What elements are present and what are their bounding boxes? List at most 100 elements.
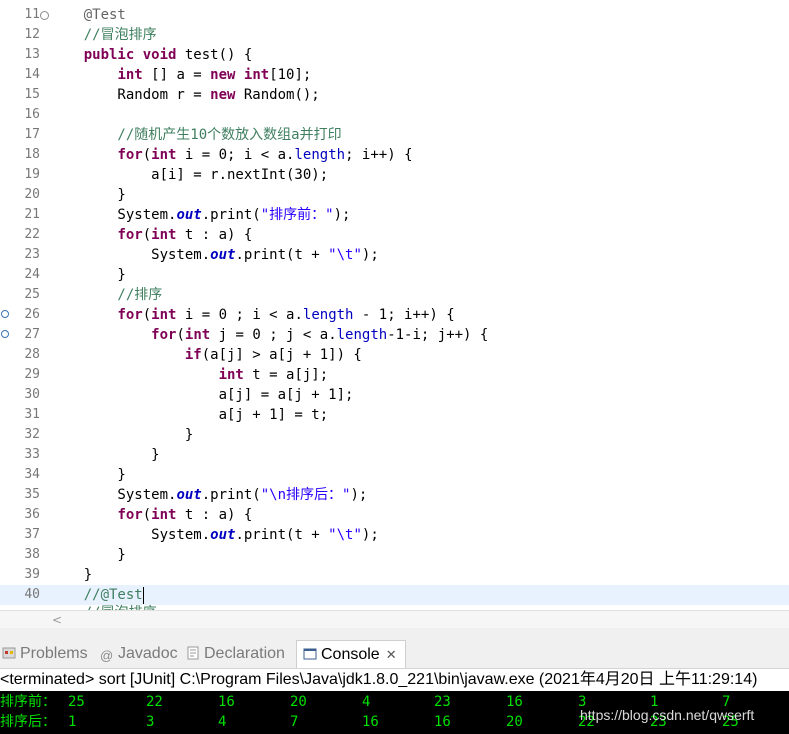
code-line[interactable]: 34 } <box>0 465 789 485</box>
code-line[interactable]: 29 int t = a[j]; <box>0 365 789 385</box>
code-line[interactable]: 39 } <box>0 565 789 585</box>
code-line[interactable]: 30 a[j] = a[j + 1]; <box>0 385 789 405</box>
code-text: } <box>50 465 125 485</box>
code-text: for(int i = 0; i < a.length; i++) { <box>50 145 412 165</box>
fold-toggle-icon[interactable] <box>40 11 49 20</box>
line-number: 26 <box>24 307 40 322</box>
tab-javadoc[interactable]: @ Javadoc <box>100 640 178 667</box>
code-line[interactable]: 24 } <box>0 265 789 285</box>
code-token: i = 0; i < a. <box>176 147 295 163</box>
line-number: 27 <box>24 327 40 342</box>
code-line[interactable]: 26 for(int i = 0 ; i < a.length - 1; i++… <box>0 305 789 325</box>
code-token: } <box>50 267 126 283</box>
code-editor[interactable]: 11 @Test 12 //冒泡排序 13 public void test() {… <box>0 0 789 610</box>
code-line[interactable]: 12 //冒泡排序 <box>0 25 789 45</box>
line-number: 34 <box>24 467 40 482</box>
tab-console[interactable]: Console ✕ <box>296 640 406 668</box>
breakpoint-marker-icon[interactable] <box>1 330 9 338</box>
console-value: 4 <box>362 694 371 710</box>
code-token: void <box>142 47 177 63</box>
problems-icon <box>2 647 16 659</box>
console-value: 7 <box>290 714 299 730</box>
code-text: for(int j = 0 ; j < a.length-1-i; j++) { <box>50 325 488 345</box>
line-number: 40 <box>24 587 40 602</box>
code-text: a[i] = r.nextInt(30); <box>50 165 328 185</box>
code-token: out <box>176 207 202 223</box>
tab-declaration[interactable]: Declaration <box>186 640 285 667</box>
code-token: int <box>151 227 177 243</box>
code-line[interactable]: 15 Random r = new Random(); <box>0 85 789 105</box>
partially-visible-line: //冒泡排序 <box>50 602 157 610</box>
code-line[interactable]: 16 <box>0 105 789 125</box>
code-token: "排序前：" <box>260 207 334 223</box>
console-value: 16 <box>218 694 235 710</box>
code-line[interactable]: 11 @Test <box>0 5 789 25</box>
code-line[interactable]: 31 a[j + 1] = t; <box>0 405 789 425</box>
code-line[interactable]: 36 for(int t : a) { <box>0 505 789 525</box>
close-icon[interactable]: ✕ <box>386 647 397 662</box>
code-token: out <box>176 487 202 503</box>
code-token: .print(t + <box>235 247 329 263</box>
code-token: out <box>210 247 236 263</box>
code-token: new <box>210 67 236 83</box>
code-line[interactable]: 21 System.out.print("排序前："); <box>0 205 789 225</box>
line-number: 38 <box>24 547 40 562</box>
code-line[interactable]: 28 if(a[j] > a[j + 1]) { <box>0 345 789 365</box>
breakpoint-marker-icon[interactable] <box>1 310 9 318</box>
code-token: .print( <box>201 487 261 503</box>
code-line[interactable]: 17 //随机产生10个数放入数组a并打印 <box>0 125 789 145</box>
code-line[interactable]: 35 System.out.print("\n排序后："); <box>0 485 789 505</box>
code-line[interactable]: 32 } <box>0 425 789 445</box>
code-token: for <box>117 227 143 243</box>
code-token: int <box>117 67 143 83</box>
line-number: 39 <box>24 567 40 582</box>
code-line[interactable]: 14 int [] a = new int[10]; <box>0 65 789 85</box>
code-line[interactable]: 37 System.out.print(t + "\t"); <box>0 525 789 545</box>
line-number: 36 <box>24 507 40 522</box>
code-line[interactable]: 13 public void test() { <box>0 45 789 65</box>
console-value: 16 <box>506 694 523 710</box>
code-line[interactable]: 19 a[i] = r.nextInt(30); <box>0 165 789 185</box>
console-value: 20 <box>290 694 307 710</box>
horizontal-scrollbar[interactable]: < <box>0 610 789 628</box>
code-token: length <box>336 327 388 343</box>
code-line[interactable]: 38 } <box>0 545 789 565</box>
line-number: 21 <box>24 207 40 222</box>
code-token: //冒泡排序 <box>50 27 157 43</box>
code-token: //随机产生10个数放入数组a并打印 <box>50 127 342 143</box>
code-text: } <box>50 545 126 565</box>
watermark-text: https://blog.csdn.net/qwserft <box>580 707 755 723</box>
code-token: "\t" <box>328 527 362 543</box>
code-token: System. <box>50 247 211 263</box>
code-token: a[j + 1] = t; <box>50 407 329 423</box>
code-line[interactable]: 23 System.out.print(t + "\t"); <box>0 245 789 265</box>
code-text: } <box>50 265 126 285</box>
code-token: ( <box>142 507 152 523</box>
code-line[interactable]: 33 } <box>0 445 789 465</box>
code-line[interactable]: 27 for(int j = 0 ; j < a.length-1-i; j++… <box>0 325 789 345</box>
pane-splitter[interactable] <box>0 628 789 636</box>
code-token: @Test <box>50 7 126 23</box>
code-token: } <box>50 447 160 463</box>
code-line[interactable]: 18 for(int i = 0; i < a.length; i++) { <box>0 145 789 165</box>
code-line[interactable]: 20 } <box>0 185 789 205</box>
code-token: ( <box>176 327 185 343</box>
code-line[interactable]: 22 for(int t : a) { <box>0 225 789 245</box>
code-token: } <box>50 547 126 563</box>
code-text: for(int t : a) { <box>50 505 252 525</box>
code-token: a[j] = a[j + 1]; <box>50 387 354 403</box>
tab-problems[interactable]: Problems <box>2 640 88 667</box>
line-number: 19 <box>24 167 40 182</box>
code-token: (a[j] > a[j + 1]) { <box>201 347 362 363</box>
scroll-left-arrow-icon[interactable]: < <box>52 613 62 627</box>
line-number: 18 <box>24 147 40 162</box>
line-number: 32 <box>24 427 40 442</box>
line-number: 31 <box>24 407 40 422</box>
code-line[interactable]: 25 //排序 <box>0 285 789 305</box>
code-text: Random r = new Random(); <box>50 85 319 105</box>
